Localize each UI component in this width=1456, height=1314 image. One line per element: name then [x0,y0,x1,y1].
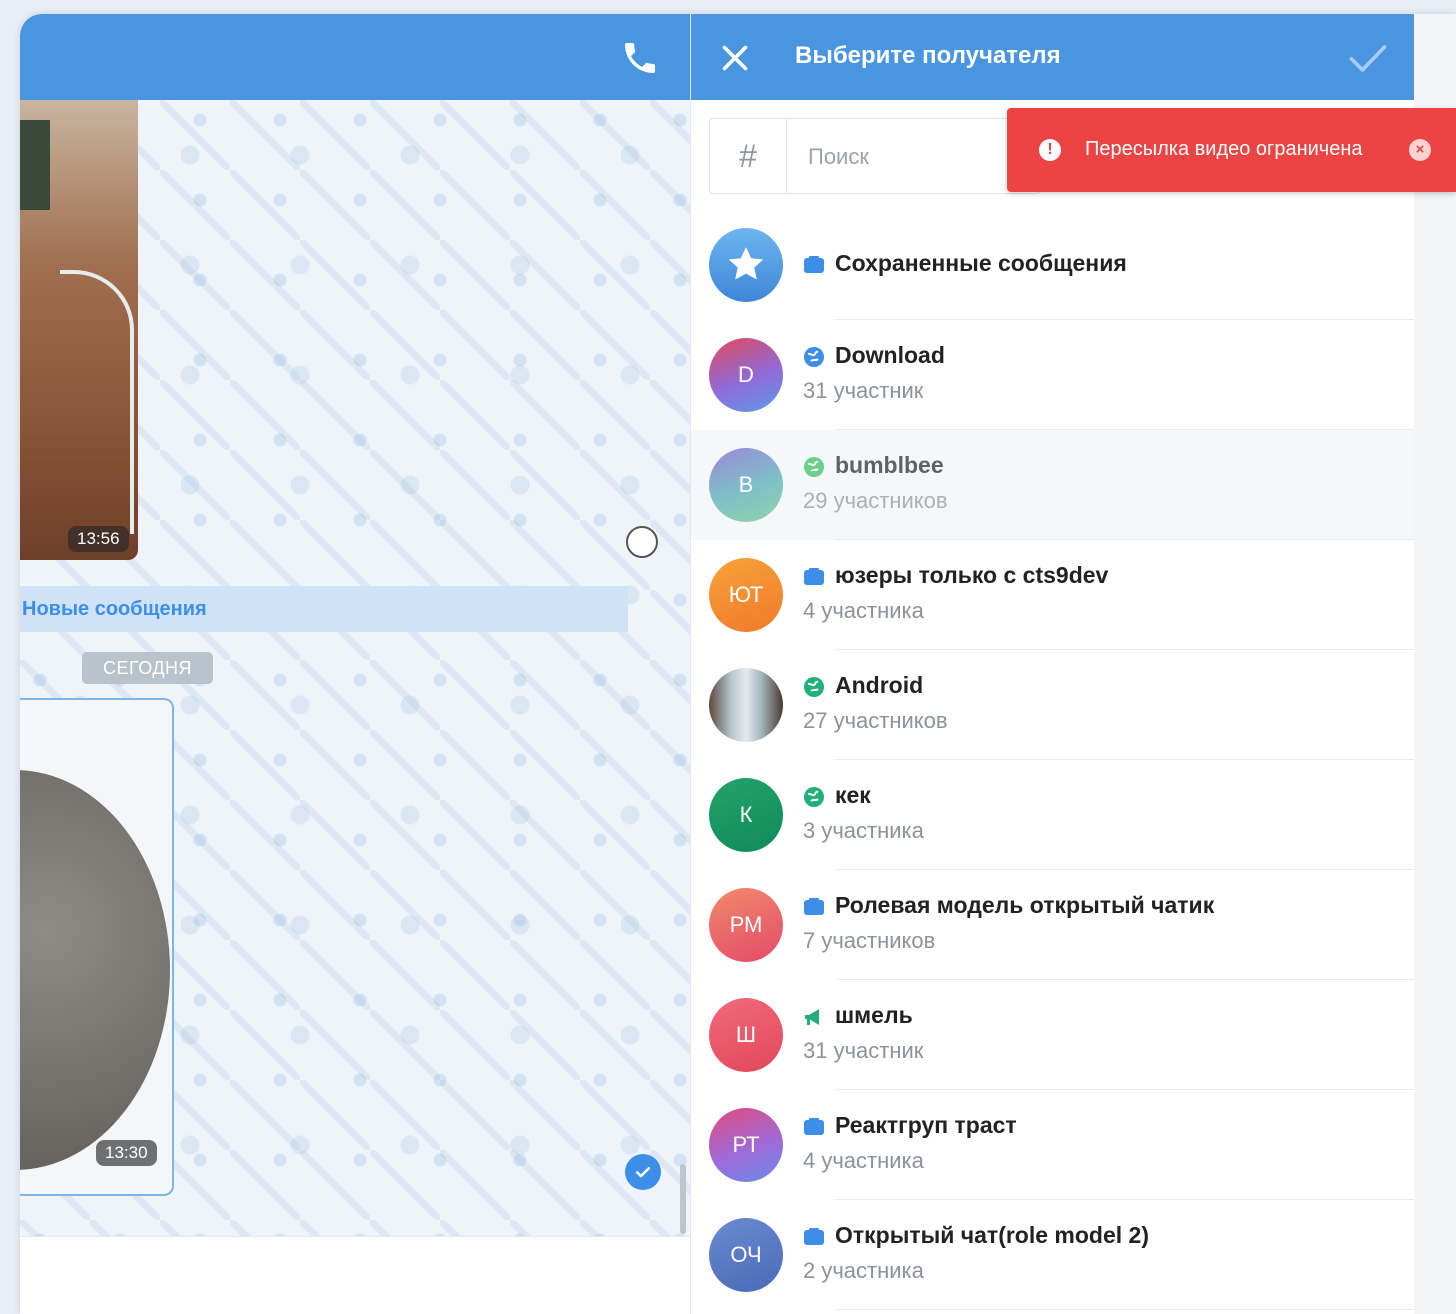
list-item[interactable]: D Download 31 участник [691,320,1415,430]
hashtag-icon[interactable]: # [710,119,787,193]
chat-icon [804,256,824,273]
search-input[interactable] [806,139,1030,175]
recipient-list: Сохраненные сообщения D Download 31 учас… [691,210,1415,1310]
item-title: Сохраненные сообщения [835,250,1127,276]
avatar: РМ [709,888,783,962]
item-title: Реактгруп траст [835,1112,1017,1138]
list-item[interactable]: Сохраненные сообщения [691,210,1415,320]
side-strip [1414,14,1456,1314]
toast-message: Пересылка видео ограничена [1085,138,1363,160]
message-time: 13:56 [68,526,129,552]
check-icon [635,1167,651,1178]
group-photo-avatar [709,668,783,742]
item-subtitle: 3 участника [803,818,924,843]
select-message-checkbox[interactable] [626,526,658,558]
call-button[interactable] [620,38,660,78]
item-title: Download [835,342,945,368]
close-icon [722,45,748,71]
phone-icon [625,43,655,73]
message-time: 13:30 [96,1140,157,1166]
video-message[interactable]: 13:30 [20,698,174,1196]
globe-icon [804,677,824,697]
avatar: ОЧ [709,1218,783,1292]
forward-header: Выберите получателя [691,14,1415,100]
globe-icon [804,347,824,367]
list-item[interactable]: ЮТ юзеры только с cts9dev 4 участника [691,540,1415,650]
chat-icon [804,1228,824,1245]
forward-panel: Выберите получателя # Сохраненные сообще… [690,14,1415,1314]
avatar: D [709,338,783,412]
alert-icon: ! [1039,139,1061,161]
avatar: ЮТ [709,558,783,632]
forward-title: Выберите получателя [795,42,1061,69]
list-item[interactable]: B bumblbee 29 участников [691,430,1415,540]
video-content [20,770,170,1170]
toast-close-icon[interactable]: × [1409,139,1431,161]
avatar: РТ [709,1108,783,1182]
date-separator: СЕГОДНЯ [82,652,213,684]
avatar: К [709,778,783,852]
item-title: юзеры только с cts9dev [835,562,1109,588]
list-item[interactable]: РМ Ролевая модель открытый чатик 7 участ… [691,870,1415,980]
avatar: B [709,448,783,522]
chat-icon [804,1118,824,1135]
item-subtitle: 7 участников [803,928,936,953]
item-subtitle: 31 участник [803,1038,924,1063]
list-item[interactable]: Android 27 участников [691,650,1415,760]
globe-icon [804,787,824,807]
close-button[interactable] [717,40,753,76]
item-title: Ролевая модель открытый чатик [835,892,1215,918]
photo-content [20,120,50,210]
search-box: # [709,118,1041,194]
chat-footer [20,1236,690,1314]
globe-icon [804,457,824,477]
selected-message-check[interactable] [625,1154,661,1190]
item-title: шмель [835,1002,913,1028]
star-icon [728,247,764,280]
item-subtitle: 27 участников [803,708,948,733]
list-item[interactable]: ОЧ Открытый чат(role model 2) 2 участник… [691,1200,1415,1310]
saved-messages-avatar [709,228,783,302]
avatar: Ш [709,998,783,1072]
chat-header [20,14,690,100]
item-subtitle: 29 участников [803,488,948,513]
item-title: Android [835,672,924,698]
megaphone-icon [805,1009,819,1025]
item-title: кек [835,782,871,808]
chat-icon [804,898,824,915]
error-toast: ! Пересылка видео ограничена × [1007,108,1456,192]
list-item[interactable]: К кек 3 участника [691,760,1415,870]
list-item[interactable]: Ш шмель 31 участник [691,980,1415,1090]
confirm-button[interactable] [1345,36,1391,80]
item-subtitle: 4 участника [803,1148,924,1173]
item-subtitle: 31 участник [803,378,924,403]
photo-message[interactable]: 13:56 [20,100,138,560]
item-title: Открытый чат(role model 2) [835,1222,1150,1248]
list-item[interactable]: РТ Реактгруп траст 4 участника [691,1090,1415,1200]
chat-scrollbar[interactable] [680,1164,686,1234]
item-title: bumblbee [835,452,944,478]
chat-icon [804,568,824,585]
photo-content [60,270,134,534]
item-subtitle: 2 участника [803,1258,924,1283]
app-window: 13:56 Новые сообщения СЕГОДНЯ 13:30 Выбе… [20,14,1456,1314]
item-subtitle: 4 участника [803,598,924,623]
divider [835,1309,1415,1310]
new-messages-divider: Новые сообщения [20,586,628,632]
check-icon [1349,45,1387,72]
chat-pane: 13:56 Новые сообщения СЕГОДНЯ 13:30 [20,14,690,1314]
